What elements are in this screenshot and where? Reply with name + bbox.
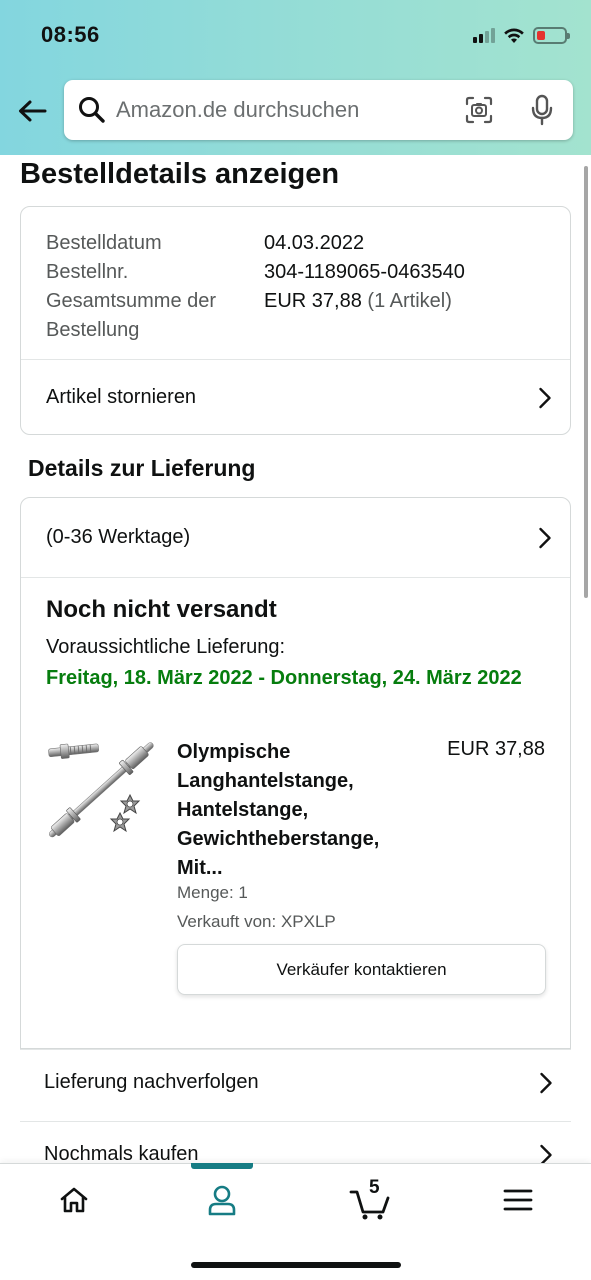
product-seller: Verkauft von: XPXLP <box>177 912 336 931</box>
back-arrow-icon[interactable] <box>14 93 50 129</box>
order-item-count: (1 Artikel) <box>367 290 452 312</box>
microphone-icon[interactable] <box>529 94 555 126</box>
contact-seller-button[interactable]: Verkäufer kontaktieren <box>177 944 546 995</box>
nav-menu[interactable] <box>488 1178 548 1222</box>
active-tab-indicator <box>191 1163 253 1169</box>
search-icon <box>79 97 105 123</box>
order-number-value: 304-1189065-0463540 <box>264 261 465 283</box>
chevron-right-icon <box>539 527 551 548</box>
track-delivery-row[interactable]: Lieferung nachverfolgen <box>20 1049 571 1121</box>
cancel-items-label: Artikel stornieren <box>46 386 197 408</box>
delivery-window-label: (0-36 Werktage) <box>46 526 191 548</box>
cart-count-badge: 5 <box>369 1177 380 1198</box>
camera-scan-icon[interactable] <box>465 96 493 124</box>
product-price: EUR 37,88 <box>447 738 545 760</box>
nav-home[interactable] <box>44 1178 104 1222</box>
order-date-value: 04.03.2022 <box>264 232 365 254</box>
account-icon <box>208 1185 236 1216</box>
cellular-signal-icon <box>473 27 495 43</box>
status-time: 08:56 <box>41 22 100 47</box>
divider <box>21 577 570 578</box>
order-total-amount: EUR 37,88 <box>264 290 362 312</box>
hamburger-menu-icon <box>503 1189 533 1211</box>
delivery-section-title: Details zur Lieferung <box>28 455 256 481</box>
eta-date: Freitag, 18. März 2022 - Donnerstag, 24.… <box>46 667 522 689</box>
search-bar[interactable] <box>64 80 573 140</box>
order-total-row: Gesamtsumme der Bestellung EUR 37,88 (1 … <box>46 287 465 345</box>
product-title[interactable]: Olympische Langhantelstange, Hantelstang… <box>177 738 417 883</box>
chevron-right-icon <box>540 1072 552 1094</box>
order-total-value: EUR 37,88 (1 Artikel) <box>264 287 452 345</box>
nav-account[interactable] <box>192 1178 252 1222</box>
page-title: Bestelldetails anzeigen <box>20 158 340 190</box>
order-info: Bestelldatum 04.03.2022 Bestellnr. 304-1… <box>46 229 465 345</box>
cancel-items-row[interactable]: Artikel stornieren <box>21 360 570 434</box>
home-indicator[interactable] <box>191 1262 401 1268</box>
order-date-label: Bestelldatum <box>46 232 162 254</box>
search-input[interactable] <box>116 94 446 126</box>
app-header: 08:56 <box>0 0 591 155</box>
eta-label: Voraussichtliche Lieferung: <box>46 636 286 658</box>
chevron-right-icon <box>539 387 551 408</box>
product-quantity: Menge: 1 <box>177 883 248 902</box>
battery-low-icon <box>533 26 570 44</box>
scrollbar[interactable] <box>584 166 588 598</box>
nav-cart[interactable]: 5 <box>340 1177 400 1222</box>
shipment-status: Noch nicht versandt <box>46 596 277 623</box>
track-delivery-label: Lieferung nachverfolgen <box>44 1071 259 1093</box>
order-number-row: Bestellnr. 304-1189065-0463540 <box>46 258 465 287</box>
order-number-label: Bestellnr. <box>46 261 129 283</box>
status-icons <box>473 24 570 46</box>
order-date-row: Bestelldatum 04.03.2022 <box>46 229 465 258</box>
order-summary-card: Bestelldatum 04.03.2022 Bestellnr. 304-1… <box>20 206 571 435</box>
delivery-card: (0-36 Werktage) Noch nicht versandt Vora… <box>20 497 571 1049</box>
product-image[interactable] <box>46 738 154 846</box>
home-icon <box>60 1187 88 1213</box>
delivery-window-row[interactable]: (0-36 Werktage) <box>21 498 570 577</box>
order-total-label: Gesamtsumme der Bestellung <box>46 290 217 341</box>
wifi-icon <box>504 28 524 43</box>
